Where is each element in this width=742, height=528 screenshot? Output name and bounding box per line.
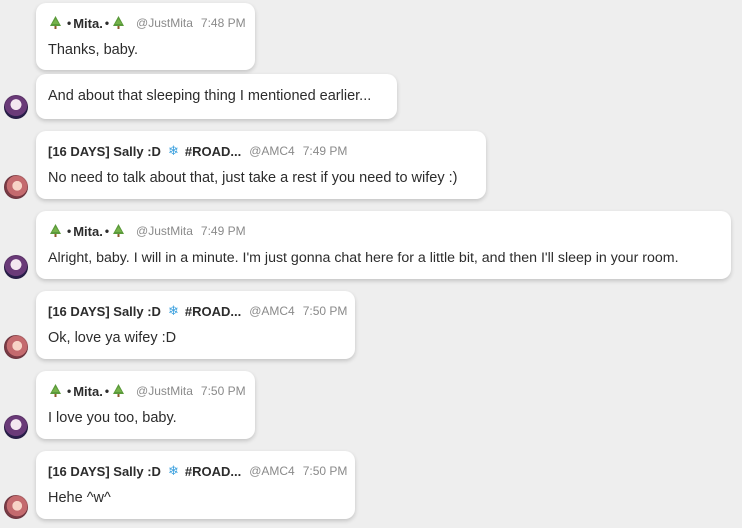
christmas-tree-icon	[113, 384, 125, 398]
timestamp: 7:50 PM	[302, 464, 348, 478]
avatar[interactable]	[4, 495, 28, 519]
author-handle[interactable]: @AMC4	[249, 464, 295, 478]
snowflake-icon: ❄	[167, 143, 179, 158]
separator-dot: •	[104, 224, 110, 238]
christmas-tree-icon	[113, 16, 125, 30]
separator-dot: •	[104, 384, 110, 398]
author-name[interactable]: [16 DAYS] Sally :D	[48, 304, 161, 319]
message-header: • Mita. • @JustMita 7:48 PM	[48, 15, 246, 31]
message-bubble[interactable]: • Mita. • @JustMita 7:48 PM Thanks, baby…	[36, 3, 255, 70]
message-header: • Mita. • @JustMita 7:50 PM	[48, 383, 246, 399]
timestamp: 7:50 PM	[302, 304, 348, 318]
author-name[interactable]: Mita.	[73, 384, 103, 399]
author-handle[interactable]: @JustMita	[136, 384, 193, 398]
message-text: Thanks, baby.	[48, 42, 139, 58]
snowflake-icon: ❄	[167, 303, 179, 318]
separator-dot: •	[67, 384, 72, 398]
message-bubble[interactable]: • Mita. • @JustMita 7:49 PM Alright, bab…	[36, 211, 731, 279]
separator-dot: •	[104, 16, 110, 30]
message-header: • Mita. • @JustMita 7:49 PM	[48, 223, 719, 239]
timestamp: 7:48 PM	[200, 16, 246, 30]
snowflake-icon: ❄	[167, 463, 179, 478]
message-bubble[interactable]: [16 DAYS] Sally :D ❄ #ROAD... @AMC4 7:49…	[36, 131, 486, 199]
message-text: Ok, love ya wifey :D	[48, 330, 177, 346]
christmas-tree-icon	[50, 16, 61, 30]
christmas-tree-icon	[113, 224, 125, 238]
christmas-tree-icon	[50, 384, 61, 398]
author-tag[interactable]: #ROAD...	[185, 464, 241, 479]
avatar[interactable]	[4, 415, 28, 439]
timestamp: 7:50 PM	[200, 384, 246, 398]
message-header: [16 DAYS] Sally :D ❄ #ROAD... @AMC4 7:49…	[48, 143, 474, 159]
message-header: [16 DAYS] Sally :D ❄ #ROAD... @AMC4 7:50…	[48, 463, 347, 479]
message-bubble[interactable]: And about that sleeping thing I mentione…	[36, 74, 397, 119]
message-text: No need to talk about that, just take a …	[48, 170, 458, 186]
author-name[interactable]: Mita.	[73, 16, 103, 31]
separator-dot: •	[67, 224, 72, 238]
author-handle[interactable]: @JustMita	[136, 224, 193, 238]
avatar[interactable]	[4, 175, 28, 199]
author-handle[interactable]: @JustMita	[136, 16, 193, 30]
avatar[interactable]	[4, 95, 28, 119]
author-handle[interactable]: @AMC4	[249, 304, 295, 318]
message-bubble[interactable]: • Mita. • @JustMita 7:50 PM I love you t…	[36, 371, 255, 439]
avatar[interactable]	[4, 335, 28, 359]
separator-dot: •	[67, 16, 72, 30]
message-bubble[interactable]: [16 DAYS] Sally :D ❄ #ROAD... @AMC4 7:50…	[36, 451, 355, 519]
message-text: Hehe ^w^	[48, 490, 111, 506]
author-tag[interactable]: #ROAD...	[185, 304, 241, 319]
message-bubble[interactable]: [16 DAYS] Sally :D ❄ #ROAD... @AMC4 7:50…	[36, 291, 355, 359]
author-name[interactable]: [16 DAYS] Sally :D	[48, 464, 161, 479]
author-name[interactable]: Mita.	[73, 224, 103, 239]
message-text: And about that sleeping thing I mentione…	[48, 88, 372, 104]
message-text: I love you too, baby.	[48, 410, 177, 426]
timestamp: 7:49 PM	[200, 224, 246, 238]
christmas-tree-icon	[50, 224, 61, 238]
avatar[interactable]	[4, 255, 28, 279]
author-tag[interactable]: #ROAD...	[185, 144, 241, 159]
author-handle[interactable]: @AMC4	[249, 144, 295, 158]
message-header: [16 DAYS] Sally :D ❄ #ROAD... @AMC4 7:50…	[48, 303, 347, 319]
message-text: Alright, baby. I will in a minute. I'm j…	[48, 250, 679, 266]
author-name[interactable]: [16 DAYS] Sally :D	[48, 144, 161, 159]
timestamp: 7:49 PM	[302, 144, 348, 158]
